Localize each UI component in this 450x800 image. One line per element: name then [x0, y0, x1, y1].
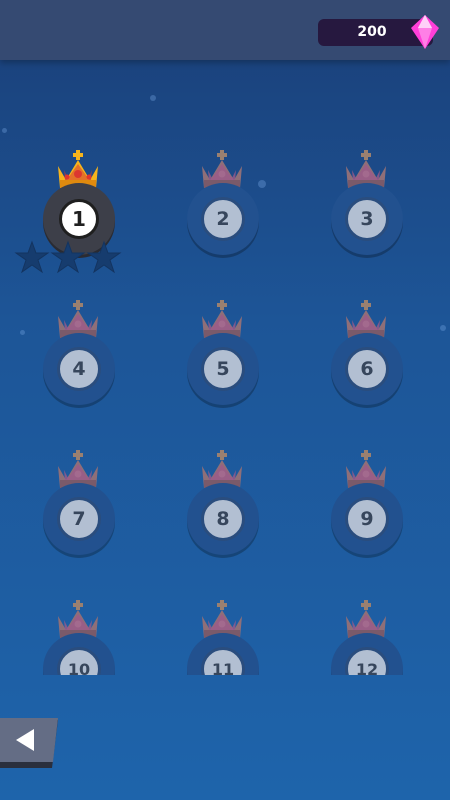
level-6-badge: 6	[331, 333, 403, 405]
level-3-number: 3	[345, 197, 389, 241]
level-8-number: 8	[201, 497, 245, 541]
level-1-number: 1	[59, 199, 99, 239]
level-7-badge: 7	[43, 483, 115, 555]
level-7-number: 7	[57, 497, 101, 541]
level-grid: 1 2 3 4 5 6 7 8 9 10 11 12	[0, 0, 450, 675]
star-icon	[50, 240, 86, 274]
level-9-badge: 9	[331, 483, 403, 555]
level-5-badge: 5	[187, 333, 259, 405]
level-9-number: 9	[345, 497, 389, 541]
level-2-button[interactable]: 2	[172, 150, 272, 300]
level-4-badge: 4	[43, 333, 115, 405]
level-7-button[interactable]: 7	[28, 450, 128, 600]
star-icon	[86, 240, 122, 274]
level-8-badge: 8	[187, 483, 259, 555]
level-11-button[interactable]: 11	[172, 600, 272, 675]
level-10-number: 10	[57, 647, 101, 675]
back-button[interactable]	[0, 718, 60, 770]
level-3-button[interactable]: 3	[316, 150, 416, 300]
level-2-number: 2	[201, 197, 245, 241]
level-4-number: 4	[57, 347, 101, 391]
level-4-button[interactable]: 4	[28, 300, 128, 450]
level-5-number: 5	[201, 347, 245, 391]
level-2-badge: 2	[187, 183, 259, 255]
level-1-stars	[14, 240, 122, 274]
level-10-button[interactable]: 10	[28, 600, 128, 675]
level-12-number: 12	[345, 647, 389, 675]
level-3-badge: 3	[331, 183, 403, 255]
level-9-button[interactable]: 9	[316, 450, 416, 600]
level-5-button[interactable]: 5	[172, 300, 272, 450]
level-8-button[interactable]: 8	[172, 450, 272, 600]
level-12-button[interactable]: 12	[316, 600, 416, 675]
level-6-number: 6	[345, 347, 389, 391]
level-6-button[interactable]: 6	[316, 300, 416, 450]
level-1-button[interactable]: 1	[14, 150, 128, 300]
level-11-number: 11	[201, 647, 245, 675]
star-icon	[14, 240, 50, 274]
